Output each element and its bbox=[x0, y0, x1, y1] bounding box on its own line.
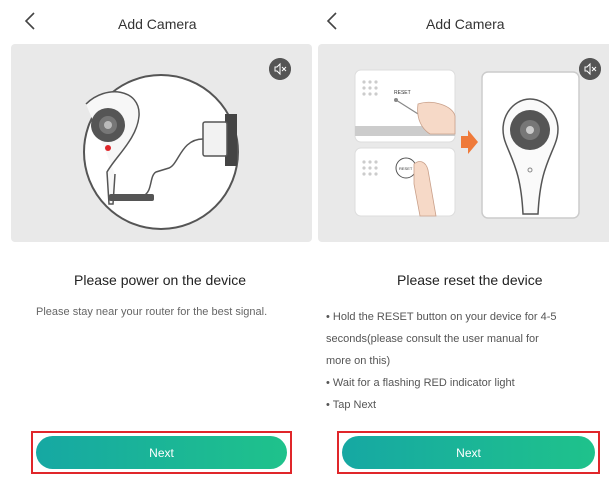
header: Add Camera bbox=[318, 0, 609, 44]
header: Add Camera bbox=[0, 0, 312, 44]
power-on-screen: Add Camera Please power on the device Pl… bbox=[0, 0, 312, 489]
instruction-text: Please stay near your router for the bes… bbox=[36, 306, 268, 318]
indicator-light bbox=[105, 145, 111, 151]
reset-illustration: RESET RESET bbox=[318, 44, 609, 242]
page-title: Add Camera bbox=[118, 16, 197, 32]
list-item: • Tap Next bbox=[326, 399, 377, 411]
reset-button-label: RESET bbox=[399, 166, 413, 171]
next-button-highlight: Next bbox=[31, 431, 292, 474]
instruction-heading: Please reset the device bbox=[397, 272, 543, 288]
reset-screen: Add Camera RESET RESET Please reset the … bbox=[318, 0, 609, 489]
device-reset-illustration: RESET RESET bbox=[354, 69, 580, 219]
camera-power-illustration bbox=[83, 74, 239, 230]
instruction-list: • Hold the RESET button on your device f… bbox=[326, 306, 596, 416]
power-on-illustration bbox=[11, 44, 312, 242]
next-button[interactable]: Next bbox=[36, 436, 287, 469]
instruction-heading: Please power on the device bbox=[74, 272, 246, 288]
reset-label: RESET bbox=[394, 90, 411, 96]
next-button-highlight: Next bbox=[337, 431, 600, 474]
arrow-right-icon bbox=[461, 130, 478, 154]
list-item: seconds(please consult the user manual f… bbox=[326, 333, 539, 345]
speaker-mute-icon[interactable] bbox=[269, 58, 291, 80]
list-item: more on this) bbox=[326, 355, 391, 367]
list-item: • Hold the RESET button on your device f… bbox=[326, 311, 557, 323]
chevron-left-icon[interactable] bbox=[20, 10, 42, 32]
list-item: • Wait for a flashing RED indicator ligh… bbox=[326, 377, 515, 389]
next-button[interactable]: Next bbox=[342, 436, 595, 469]
page-title: Add Camera bbox=[426, 16, 505, 32]
chevron-left-icon[interactable] bbox=[322, 10, 344, 32]
speaker-mute-icon[interactable] bbox=[579, 58, 601, 80]
